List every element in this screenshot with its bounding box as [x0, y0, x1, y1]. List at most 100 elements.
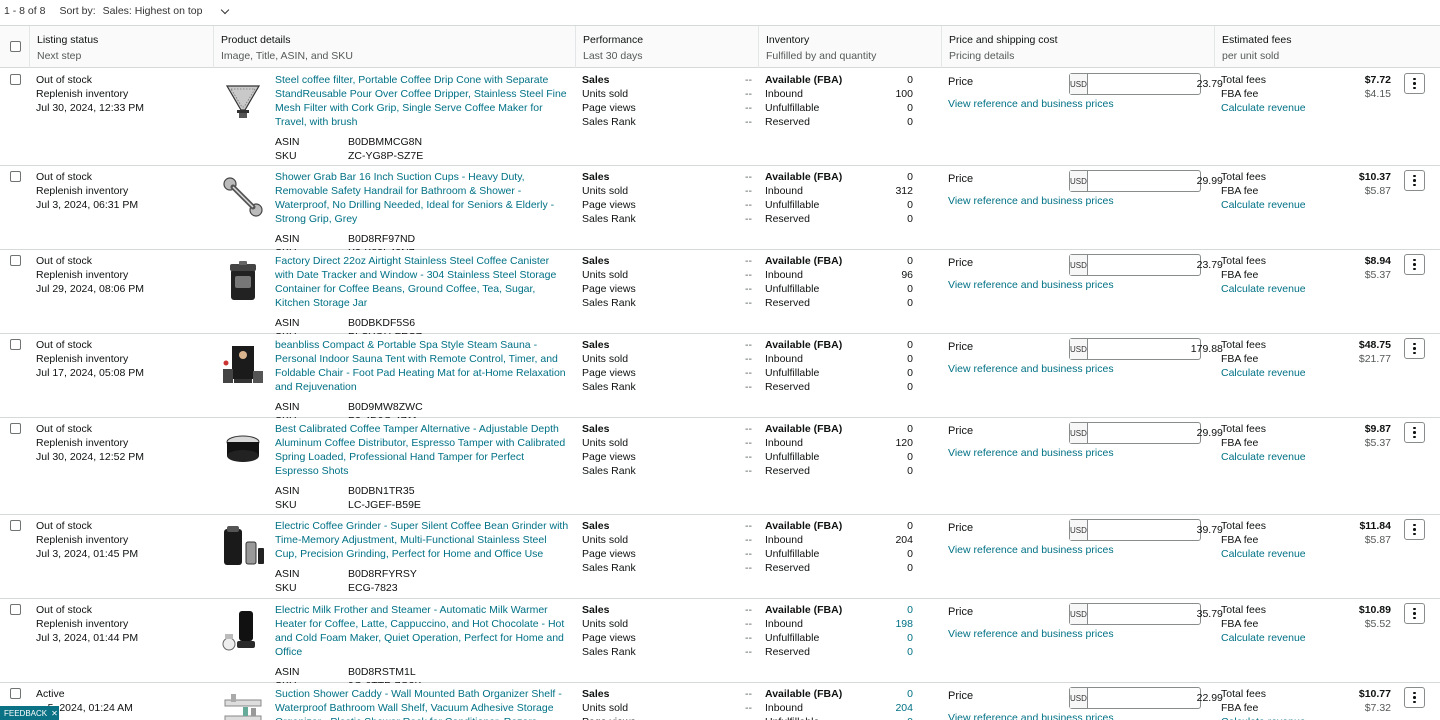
- product-title-link[interactable]: Electric Milk Frother and Steamer - Auto…: [275, 603, 570, 659]
- reference-prices-link[interactable]: View reference and business prices: [948, 279, 1114, 291]
- header-product-details[interactable]: Product details Image, Title, ASIN, and …: [213, 26, 575, 68]
- price-input[interactable]: [1087, 171, 1229, 191]
- calculate-revenue-link[interactable]: Calculate revenue: [1221, 198, 1391, 212]
- asin-value: B0DBKDF5S6: [348, 317, 416, 329]
- row-checkbox[interactable]: [10, 171, 21, 182]
- product-title-link[interactable]: Suction Shower Caddy - Wall Mounted Bath…: [275, 687, 570, 720]
- calculate-revenue-link[interactable]: Calculate revenue: [1221, 366, 1391, 380]
- sort-dropdown[interactable]: Sales: Highest on top: [101, 1, 238, 21]
- reference-prices-link[interactable]: View reference and business prices: [948, 628, 1114, 640]
- price-input-box[interactable]: USD: [1069, 338, 1229, 360]
- next-step-link[interactable]: Replenish inventory: [36, 352, 206, 366]
- sku-row: SKU ZC-YG8P-SZ7E: [275, 149, 570, 163]
- price-input[interactable]: [1087, 423, 1229, 443]
- inv-value[interactable]: 0: [907, 645, 913, 659]
- row-checkbox[interactable]: [10, 423, 21, 434]
- reference-prices-link[interactable]: View reference and business prices: [948, 363, 1114, 375]
- more-actions-icon[interactable]: [1404, 170, 1425, 191]
- sauna-tent-icon[interactable]: [220, 342, 266, 388]
- inv-label: Unfulfillable: [765, 632, 820, 644]
- row-checkbox[interactable]: [10, 520, 21, 531]
- reference-prices-link[interactable]: View reference and business prices: [948, 195, 1114, 207]
- inv-value: 0: [907, 74, 913, 86]
- coffee-canister-icon[interactable]: [220, 258, 266, 304]
- next-step-link[interactable]: Replenish inventory: [36, 184, 206, 198]
- close-icon[interactable]: ✕: [51, 709, 58, 718]
- header-performance[interactable]: Performance Last 30 days: [575, 26, 758, 68]
- inv-value: 0: [907, 171, 913, 183]
- inv-value: 0: [907, 283, 913, 295]
- more-actions-icon[interactable]: [1404, 254, 1425, 275]
- price-input[interactable]: [1087, 74, 1229, 94]
- more-actions-icon[interactable]: [1404, 519, 1425, 540]
- product-title-link[interactable]: Shower Grab Bar 16 Inch Suction Cups - H…: [275, 170, 570, 226]
- milk-frother-icon[interactable]: [220, 607, 266, 653]
- inv-value[interactable]: 198: [895, 617, 913, 631]
- inv-inbound: Inbound 204: [765, 533, 913, 547]
- inv-label: Available (FBA): [765, 74, 843, 86]
- header-price[interactable]: Price and shipping cost Pricing details: [941, 26, 1214, 68]
- next-step-link[interactable]: Replenish inventory: [36, 617, 206, 631]
- price-input[interactable]: [1087, 604, 1229, 624]
- feedback-tab[interactable]: FEEDBACK ✕: [0, 706, 59, 720]
- calculate-revenue-link[interactable]: Calculate revenue: [1221, 282, 1391, 296]
- next-step-link[interactable]: Replenish inventory: [36, 268, 206, 282]
- row-checkbox[interactable]: [10, 255, 21, 266]
- row-checkbox[interactable]: [10, 339, 21, 350]
- product-title-link[interactable]: Steel coffee filter, Portable Coffee Dri…: [275, 73, 570, 129]
- more-actions-icon[interactable]: [1404, 73, 1425, 94]
- calculate-revenue-link[interactable]: Calculate revenue: [1221, 101, 1391, 115]
- header-listing-status[interactable]: Listing status Next step: [29, 26, 213, 68]
- header-title: Price and shipping cost: [949, 34, 1058, 46]
- more-actions-icon[interactable]: [1404, 687, 1425, 708]
- more-actions-icon[interactable]: [1404, 338, 1425, 359]
- product-title-link[interactable]: Best Calibrated Coffee Tamper Alternativ…: [275, 422, 570, 478]
- grab-bar-icon[interactable]: [220, 174, 266, 220]
- product-title-link[interactable]: Factory Direct 22oz Airtight Stainless S…: [275, 254, 570, 310]
- inv-value[interactable]: 0: [907, 687, 913, 701]
- price-input-box[interactable]: USD: [1069, 254, 1229, 276]
- coffee-tamper-icon[interactable]: [220, 426, 266, 472]
- select-all-checkbox[interactable]: [10, 41, 21, 52]
- inv-value[interactable]: 0: [907, 715, 913, 720]
- shower-caddy-icon[interactable]: [220, 691, 266, 720]
- calculate-revenue-link[interactable]: Calculate revenue: [1221, 631, 1391, 645]
- reference-prices-link[interactable]: View reference and business prices: [948, 544, 1114, 556]
- calculate-revenue-link[interactable]: Calculate revenue: [1221, 547, 1391, 561]
- header-estimated-fees[interactable]: Estimated fees per unit sold: [1214, 26, 1440, 68]
- calculate-revenue-link[interactable]: Calculate revenue: [1221, 715, 1391, 720]
- reference-prices-link[interactable]: View reference and business prices: [948, 712, 1114, 720]
- inv-value[interactable]: 204: [895, 701, 913, 715]
- price-input-box[interactable]: USD: [1069, 73, 1229, 95]
- product-title-link[interactable]: beanbliss Compact & Portable Spa Style S…: [275, 338, 570, 394]
- header-inventory[interactable]: Inventory Fulfilled by and quantity: [758, 26, 941, 68]
- total-fees-row: Total fees $7.72: [1221, 73, 1391, 87]
- price-input[interactable]: [1087, 339, 1229, 359]
- price-input[interactable]: [1087, 520, 1229, 540]
- row-checkbox[interactable]: [10, 688, 21, 699]
- more-actions-icon[interactable]: [1404, 422, 1425, 443]
- coffee-grinder-icon[interactable]: [220, 523, 266, 569]
- inv-value[interactable]: 0: [907, 631, 913, 645]
- reference-prices-link[interactable]: View reference and business prices: [948, 447, 1114, 459]
- next-step-link[interactable]: Replenish inventory: [36, 87, 206, 101]
- next-step-link[interactable]: Replenish inventory: [36, 436, 206, 450]
- price-input-box[interactable]: USD: [1069, 422, 1229, 444]
- price-input-box[interactable]: USD: [1069, 603, 1229, 625]
- next-step-link[interactable]: Replenish inventory: [36, 533, 206, 547]
- more-actions-icon[interactable]: [1404, 603, 1425, 624]
- price-input[interactable]: [1087, 688, 1229, 708]
- product-title-link[interactable]: Electric Coffee Grinder - Super Silent C…: [275, 519, 570, 561]
- inv-label: Available (FBA): [765, 171, 843, 183]
- price-input-box[interactable]: USD: [1069, 687, 1229, 709]
- calculate-revenue-link[interactable]: Calculate revenue: [1221, 450, 1391, 464]
- row-checkbox[interactable]: [10, 604, 21, 615]
- price-input-box[interactable]: USD: [1069, 170, 1229, 192]
- reference-prices-link[interactable]: View reference and business prices: [948, 98, 1114, 110]
- coffee-dripper-icon[interactable]: [220, 77, 266, 123]
- row-checkbox[interactable]: [10, 74, 21, 85]
- price-input-box[interactable]: USD: [1069, 519, 1229, 541]
- fees-cell: Total fees $48.75 FBA fee $21.77 Calculate r…: [1221, 338, 1391, 380]
- price-input[interactable]: [1087, 255, 1229, 275]
- inv-value[interactable]: 0: [907, 603, 913, 617]
